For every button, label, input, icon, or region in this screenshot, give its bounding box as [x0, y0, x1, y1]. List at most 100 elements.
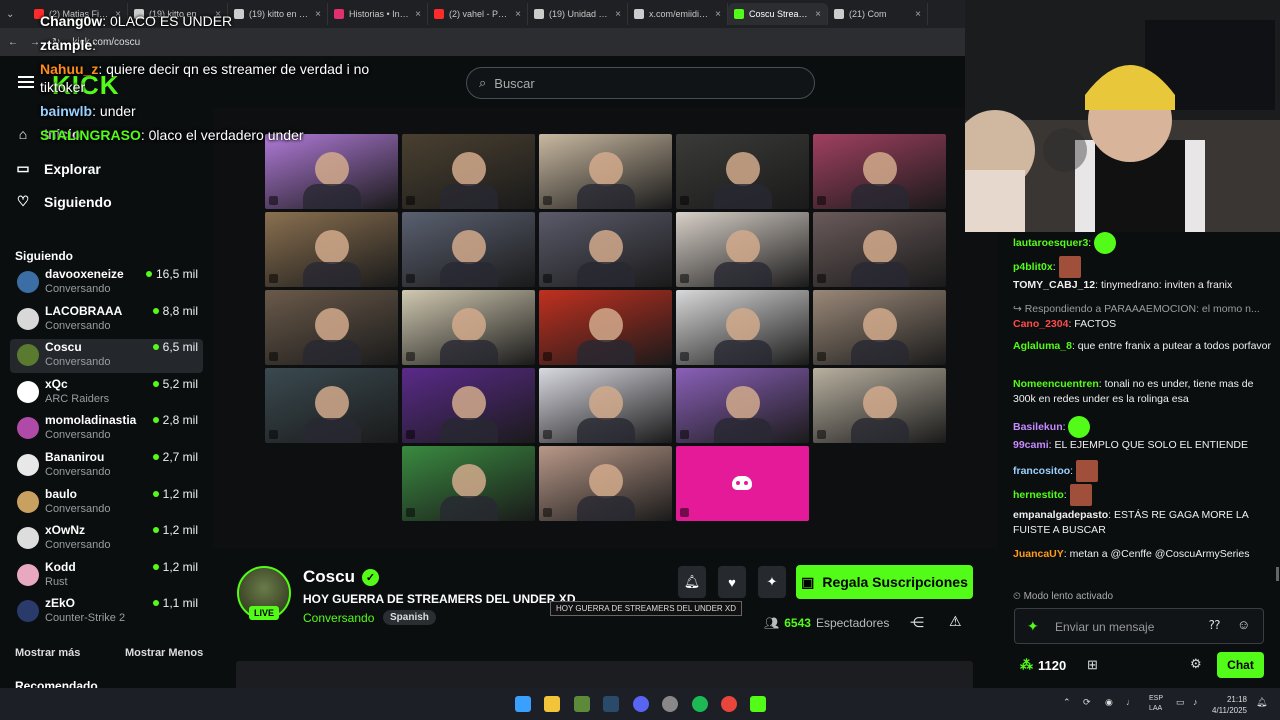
browser-tab[interactable]: x.com/emiidiegue × — [628, 3, 728, 25]
start-icon[interactable] — [515, 696, 531, 712]
chat-input[interactable]: ✦ Enviar un mensaje ⁇ ☺ — [1014, 608, 1264, 644]
chat-username[interactable]: Basilekun — [1013, 421, 1063, 433]
nav-explorar[interactable]: ▭ Explorar — [16, 160, 100, 177]
tab-close-icon[interactable]: × — [515, 9, 521, 20]
sidebar-channel[interactable]: zEkO Counter-Strike 2 1,1 mil — [10, 595, 203, 629]
sparkle-icon[interactable]: ✦ — [758, 566, 786, 598]
participant-figure — [726, 386, 760, 420]
emote-icon — [1094, 232, 1117, 254]
minecraft-icon[interactable] — [574, 696, 590, 712]
language-tag[interactable]: Spanish — [383, 610, 436, 625]
video-player[interactable] — [213, 108, 998, 548]
tab-close-icon[interactable]: × — [915, 9, 921, 20]
sidebar-channel[interactable]: davooxeneize Conversando 16,5 mil — [10, 266, 203, 300]
sparkle-icon[interactable]: ✦ — [1027, 618, 1039, 635]
notification-icon[interactable]: 🔔︎ — [1256, 697, 1267, 708]
sidebar-channel[interactable]: momoladinastia Conversando 2,8 mil — [10, 412, 203, 446]
chat-message: Basilekun: — [1013, 416, 1273, 438]
channel-category: Conversando — [45, 319, 111, 332]
sidebar-channel[interactable]: Coscu Conversando 6,5 mil — [10, 339, 203, 374]
forward-icon[interactable]: → — [30, 37, 40, 48]
tab-list-icon[interactable]: ⌄ — [6, 9, 28, 20]
gift-subscriptions-button[interactable]: ▣ Regala Suscripciones — [796, 565, 973, 599]
chrome-icon[interactable] — [721, 696, 737, 712]
back-icon[interactable]: ← — [8, 37, 18, 48]
gift-icon[interactable]: ⊞ — [1087, 657, 1098, 673]
show-more-button[interactable]: Mostrar más — [15, 647, 80, 659]
tray-sync-icon[interactable]: ⟳ — [1083, 697, 1091, 708]
overlay-separator: : — [140, 127, 149, 143]
live-dot-icon — [152, 307, 159, 314]
mic-status-icon — [680, 274, 689, 283]
live-dot-icon — [152, 417, 159, 424]
browser-tab[interactable]: (19) Unidad Básic × — [528, 3, 628, 25]
chat-username[interactable]: Aglaluma_8 — [1013, 340, 1072, 352]
obs-icon[interactable] — [662, 696, 678, 712]
chat-send-button[interactable]: Chat — [1217, 652, 1264, 678]
chat-username[interactable]: francositoo — [1013, 465, 1070, 477]
channel-points[interactable]: ⁂ 1120 — [1020, 657, 1066, 673]
overlay-message: 0laco el verdadero under — [148, 127, 304, 143]
nav-siguiendo[interactable]: ♡ Siguiendo — [16, 193, 112, 210]
volume-icon[interactable]: ♪ — [1193, 697, 1198, 707]
streamer-name[interactable]: Coscu — [303, 567, 355, 587]
sidebar-channel[interactable]: xOwNz Conversando 1,2 mil — [10, 522, 203, 556]
kick-app-icon[interactable] — [750, 696, 766, 712]
live-dot-icon — [152, 527, 159, 534]
sidebar-channel[interactable]: LACOBRAAA Conversando 8,8 mil — [10, 303, 203, 337]
menu-icon[interactable] — [18, 76, 34, 88]
chat-username[interactable]: JuancaUY — [1013, 548, 1064, 560]
overlay-chat-line: ztample: — [40, 36, 370, 54]
search-input[interactable]: ⌕ Buscar — [466, 67, 815, 99]
chat-scrollbar[interactable] — [1276, 567, 1279, 581]
translate-icon[interactable]: ⁇ — [1209, 618, 1220, 632]
browser-tab[interactable]: (2) vahel - PLAN × — [428, 3, 528, 25]
network-icon[interactable]: ▭ — [1176, 697, 1185, 708]
show-less-button[interactable]: Mostrar Menos — [125, 647, 203, 659]
spotify-icon[interactable] — [692, 696, 708, 712]
tab-close-icon[interactable]: × — [615, 9, 621, 20]
chat-username[interactable]: Nomeencuentren — [1013, 378, 1099, 390]
chat-username[interactable]: p4blit0x — [1013, 261, 1053, 273]
language-indicator[interactable]: ESP LAA — [1149, 694, 1163, 714]
avatar — [17, 380, 39, 403]
sidebar-channel[interactable]: baulo Conversando 1,2 mil — [10, 486, 203, 520]
follow-heart-icon[interactable]: ♥ — [718, 566, 746, 598]
steam-icon[interactable] — [603, 696, 619, 712]
notification-bell-icon[interactable]: 🔔︎ — [678, 566, 706, 598]
chat-username[interactable]: lautaroesquer3 — [1013, 237, 1088, 249]
chat-username[interactable]: TOMY_CABJ_12 — [1013, 279, 1095, 291]
tab-close-icon[interactable]: × — [815, 9, 821, 20]
chat-username[interactable]: hernestito — [1013, 489, 1064, 501]
chat-username[interactable]: empanalgadepasto — [1013, 509, 1108, 521]
participant-tile — [402, 446, 535, 521]
sidebar-channel[interactable]: xQc ARC Raiders 5,2 mil — [10, 376, 203, 410]
chat-username[interactable]: 99cami — [1013, 439, 1049, 451]
channel-name: Bananirou — [45, 450, 105, 464]
participant-figure — [315, 152, 349, 186]
discord-icon[interactable] — [633, 696, 649, 712]
emoji-icon[interactable]: ☺ — [1237, 617, 1250, 632]
mic-status-icon — [543, 508, 552, 517]
sidebar-channel[interactable]: Kodd Rust 1,2 mil — [10, 559, 203, 593]
tab-close-icon[interactable]: × — [715, 9, 721, 20]
tray-app-icon[interactable]: ◉ — [1105, 697, 1113, 708]
mic-status-icon — [406, 430, 415, 439]
participant-figure — [589, 230, 623, 264]
category-link[interactable]: Conversando — [303, 611, 374, 625]
settings-gear-icon[interactable]: ⚙ — [1190, 656, 1202, 672]
share-icon[interactable]: ⋲ — [910, 614, 924, 631]
clock-date: 4/11/2025 — [1212, 706, 1247, 715]
browser-tab[interactable]: Coscu Stream - W × — [728, 3, 828, 25]
chat-username[interactable]: Cano_2304 — [1013, 318, 1068, 330]
file-explorer-icon[interactable] — [544, 696, 560, 712]
sidebar-channel[interactable]: Bananirou Conversando 2,7 mil — [10, 449, 203, 483]
clock[interactable]: 21:18 4/11/2025 — [1212, 694, 1247, 716]
browser-tab[interactable]: (21) Com × — [828, 3, 928, 25]
tray-mic-icon[interactable]: ♩ — [1126, 697, 1135, 707]
tab-close-icon[interactable]: × — [415, 9, 421, 20]
report-icon[interactable]: ⚠ — [949, 613, 962, 630]
tab-favicon-icon — [834, 9, 844, 19]
sidebar: ⌂ Inicio ▭ Explorar ♡ Siguiendo Siguiend… — [0, 108, 213, 688]
tray-chevron-icon[interactable]: ⌃ — [1063, 697, 1071, 708]
